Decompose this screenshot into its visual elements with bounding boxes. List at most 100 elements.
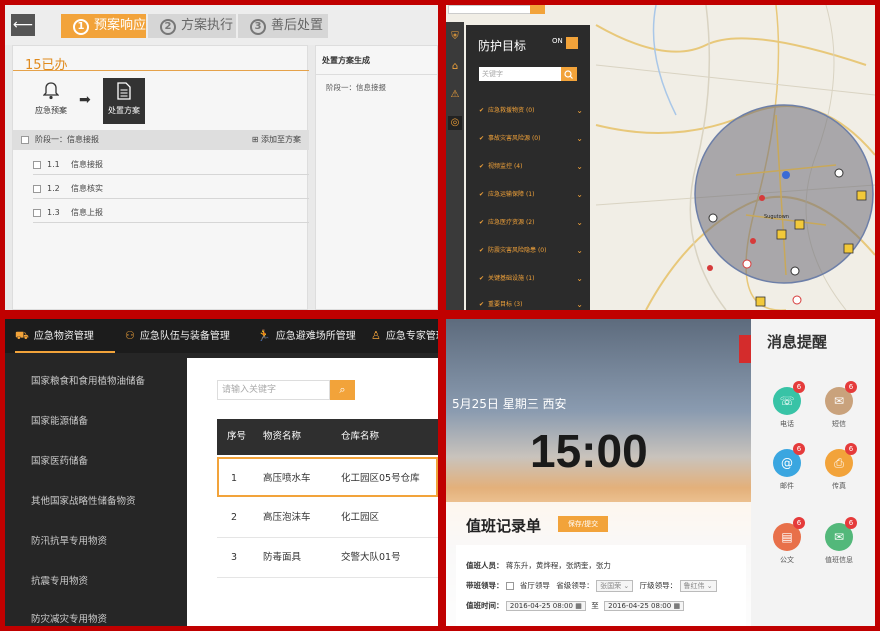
row-number: 3	[231, 552, 238, 563]
category-item[interactable]: 抗震专用物资	[31, 573, 88, 587]
table-row[interactable]: 1 高压喷水车 化工园区05号仓库	[217, 457, 438, 497]
chevron-down-icon: ⌄	[576, 190, 583, 199]
map-search-button[interactable]	[530, 5, 545, 14]
phone-icon: ☏ 6	[773, 381, 805, 415]
save-submit-button[interactable]: 保存/提交	[558, 516, 608, 532]
task-checkbox[interactable]	[33, 160, 41, 169]
message-sms[interactable]: ✉ 6 短信	[819, 381, 859, 429]
layer-item[interactable]: ✔ 关键基础设施 (1) ⌄	[479, 269, 587, 289]
plan-response-screen: ⟵ 1预案响应 2方案执行 3善后处置 15已办 应急预案 ➡ 处置方案	[5, 5, 438, 310]
bell-icon	[42, 82, 60, 100]
badge: 6	[845, 517, 857, 529]
step-label: 预案响应	[94, 18, 147, 33]
col-header: 物资名称	[263, 431, 302, 442]
warning-icon[interactable]: ⚠	[448, 88, 462, 102]
shield-icon[interactable]: ⛨	[448, 30, 462, 44]
task-row[interactable]: 1.3 信息上报	[33, 202, 309, 223]
date-weather: 5月25日 星期三 西安	[452, 397, 567, 411]
back-button[interactable]: ⟵	[11, 14, 35, 36]
step-aftermath[interactable]: 3 善后处置	[238, 14, 328, 38]
category-sidebar: 国家粮食和食用植物油储备 国家能源储备 国家医药储备 其他国家战略性储备物资 防…	[5, 353, 187, 626]
step-plan-response[interactable]: 1 预案响应	[61, 14, 146, 38]
arrow-left-icon: ⟵	[12, 17, 34, 33]
disposal-plan-button[interactable]: 处置方案	[103, 78, 145, 124]
category-item[interactable]: 国家能源储备	[31, 413, 88, 427]
divider	[13, 70, 309, 71]
materials-search-input[interactable]: 请输入关键字	[217, 380, 330, 400]
task-checkbox[interactable]	[33, 184, 41, 193]
message-label: 短信	[832, 420, 846, 428]
tab-shelters[interactable]: 🏃 应急避难场所管理	[257, 319, 367, 353]
red-side-tab[interactable]	[739, 335, 751, 363]
search-icon: ⌕	[339, 383, 346, 396]
plan-right-panel: 处置方案生成 阶段一：信息接报	[315, 45, 438, 310]
select-value: 鲁红伟	[683, 582, 705, 590]
layer-item[interactable]: ✔ 重要目标 (3) ⌄	[479, 295, 587, 310]
check-icon: ✔	[479, 163, 485, 170]
duty-value[interactable]: 蒋东升，黄烨程，张炳奎，张力	[506, 561, 611, 570]
toggle-knob	[566, 37, 578, 49]
right-panel-item[interactable]: 阶段一：信息接报	[326, 82, 386, 93]
task-row[interactable]: 1.1 信息接报	[33, 154, 309, 175]
badge: 6	[793, 381, 805, 393]
map-nav-sidebar: ⛨ ⌂ ⚠ ◎	[446, 22, 464, 310]
layer-toggle[interactable]: ON	[552, 37, 578, 49]
end-time-input[interactable]: 2016-04-25 08:00 ▦	[604, 601, 685, 611]
task-number: 1.3	[47, 208, 60, 217]
chevron-down-icon: ⌄	[576, 162, 583, 171]
message-phone[interactable]: ☏ 6 电话	[767, 381, 807, 429]
stage-group-header[interactable]: 阶段一：信息接报 ⊞ 添加至方案	[13, 130, 309, 150]
layer-item[interactable]: ✔ 应急运输保障 (1) ⌄	[479, 185, 587, 205]
panel-search-button[interactable]	[561, 67, 577, 81]
task-checkbox[interactable]	[33, 208, 41, 217]
emergency-plan-button[interactable]: 应急预案	[31, 78, 71, 124]
category-item[interactable]: 其他国家战略性储备物资	[31, 493, 136, 507]
table-row[interactable]: 2 高压泡沫车 化工园区	[217, 498, 438, 538]
doc-icon: ▤ 6	[773, 517, 805, 551]
category-item[interactable]: 国家医药储备	[31, 453, 88, 467]
layer-label: 应急救援物资 (0)	[488, 107, 535, 114]
layer-item[interactable]: ✔ 应急救援物资 (0) ⌄	[479, 101, 587, 121]
department-leader-select[interactable]: 鲁红伟 ⌄	[679, 580, 717, 592]
step-plan-execute[interactable]: 2 方案执行	[148, 14, 236, 38]
step-number: 1	[73, 19, 89, 35]
layer-item[interactable]: ✔ 事故灾害风险源 (0) ⌄	[479, 129, 587, 149]
resource-management-screen: ⛟ 应急物资管理 ⚇ 应急队伍与装备管理 🏃 应急避难场所管理 ♙ 应急专家管理 国家粮…	[5, 319, 438, 626]
start-time-input[interactable]: 2016-04-25 08:00 ▦	[505, 601, 586, 611]
tab-materials[interactable]: ⛟ 应急物资管理	[15, 319, 115, 353]
fax-icon: ⎙ 6	[825, 443, 857, 477]
row-number: 1	[231, 473, 238, 484]
category-item[interactable]: 国家粮食和食用植物油储备	[31, 373, 145, 387]
leader-checkbox[interactable]	[505, 582, 514, 590]
layer-item[interactable]: ✔ 防震灾害风险隐患 (0) ⌄	[479, 241, 587, 261]
materials-search-button[interactable]: ⌕	[330, 380, 355, 400]
select-value: 张国荣	[600, 582, 622, 590]
add-to-plan-button[interactable]: ⊞ 添加至方案	[252, 130, 301, 150]
layer-item[interactable]: ✔ 应急医疗资源 (2) ⌄	[479, 213, 587, 233]
category-item[interactable]: 防汛抗旱专用物资	[31, 533, 107, 547]
task-number: 1.1	[47, 160, 60, 169]
badge: 6	[845, 381, 857, 393]
task-label: 信息核实	[71, 184, 103, 193]
envelope-icon: ✉ 6	[825, 517, 857, 551]
row-material: 高压喷水车	[263, 473, 311, 484]
message-doc[interactable]: ▤ 6 公文	[767, 517, 807, 565]
module-tabs: ⛟ 应急物资管理 ⚇ 应急队伍与装备管理 🏃 应急避难场所管理 ♙ 应急专家管理	[5, 319, 438, 353]
category-item[interactable]: 防灾减灾专用物资	[31, 611, 107, 625]
layer-item[interactable]: ✔ 视频监控 (4) ⌄	[479, 157, 587, 177]
task-row[interactable]: 1.2 信息核实	[33, 178, 309, 199]
duty-time-row: 值班时间： 2016-04-25 08:00 ▦ 至 2016-04-25 08…	[466, 600, 685, 611]
leader-option: 厅级领导：	[639, 581, 678, 590]
target-icon[interactable]: ◎	[448, 116, 462, 130]
message-fax[interactable]: ⎙ 6 传真	[819, 443, 859, 491]
provincial-leader-select[interactable]: 张国荣 ⌄	[596, 580, 634, 592]
tab-teams[interactable]: ⚇ 应急队伍与装备管理	[125, 319, 247, 353]
table-row[interactable]: 3 防毒面具 交警大队01号	[217, 538, 438, 578]
message-duty-info[interactable]: ✉ 6 值班信息	[819, 517, 859, 565]
chevron-down-icon: ⌄	[576, 134, 583, 143]
tab-experts[interactable]: ♙ 应急专家管理	[371, 319, 438, 353]
time-label: 值班时间：	[466, 601, 504, 610]
message-mail[interactable]: @6 邮件	[767, 443, 807, 491]
group-checkbox[interactable]	[21, 135, 29, 144]
home-icon[interactable]: ⌂	[448, 60, 462, 74]
